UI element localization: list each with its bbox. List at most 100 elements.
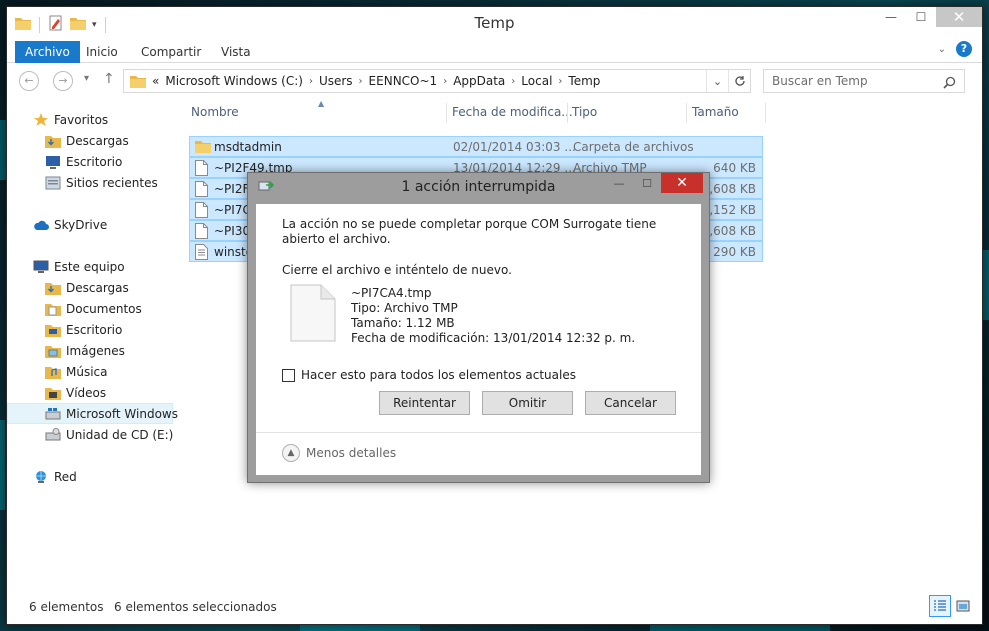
column-header-date[interactable]: Fecha de modifica...	[452, 105, 573, 119]
details-toggle-label: Menos detalles	[306, 446, 397, 460]
new-folder-icon[interactable]	[70, 16, 86, 33]
column-header-type[interactable]: Tipo	[572, 105, 597, 119]
sidebar-item-red[interactable]: Red	[7, 466, 173, 487]
desktop-wallpaper-streak	[983, 250, 989, 320]
cancel-button[interactable]: Cancelar	[585, 391, 676, 415]
back-button[interactable]: ←	[19, 71, 39, 91]
breadcrumb-item[interactable]: EENNCO~1	[369, 74, 438, 88]
retry-button[interactable]: Reintentar	[379, 391, 470, 415]
breadcrumb-overflow[interactable]: «	[152, 74, 159, 88]
file-date: 02/01/2014 03:03 ...	[453, 140, 576, 154]
help-icon[interactable]: ?	[956, 41, 972, 57]
breadcrumb-item[interactable]: Local	[521, 74, 552, 88]
sidebar-item-musica[interactable]: Música	[7, 361, 173, 382]
sidebar-item-escritorio-pc[interactable]: Escritorio	[7, 319, 173, 340]
breadcrumb-item[interactable]: Users	[319, 74, 353, 88]
tab-vista[interactable]: Vista	[210, 41, 262, 63]
file-size: 640 KB	[713, 161, 756, 175]
details-view-button[interactable]	[929, 595, 951, 617]
sidebar-item-sitios-recientes[interactable]: Sitios recientes	[7, 172, 173, 193]
sidebar-item-descargas-pc[interactable]: Descargas	[7, 277, 173, 298]
chevron-right-icon[interactable]: ›	[443, 76, 447, 87]
apply-to-all-checkbox[interactable]	[282, 368, 295, 382]
dialog-minimize-button[interactable]: —	[605, 173, 633, 193]
sidebar-item-este-equipo[interactable]: Este equipo	[7, 256, 173, 277]
column-header-size[interactable]: Tamaño	[692, 105, 739, 119]
search-icon[interactable]	[943, 74, 956, 96]
error-message: La acción no se puede completar porque C…	[282, 217, 657, 246]
windows-drive-icon	[45, 406, 61, 422]
customize-toolbar-dropdown-icon[interactable]: ▾	[92, 20, 97, 30]
sidebar-item-unidad-cd[interactable]: Unidad de CD (E:)	[7, 424, 173, 445]
tab-compartir[interactable]: Compartir	[130, 41, 212, 63]
dialog-content: La acción no se puede completar porque C…	[256, 204, 701, 475]
title-bar[interactable]: ▾ Temp — ☐ ✕	[7, 7, 982, 39]
file-details: ~PI7CA4.tmp Tipo: Archivo TMP Tamaño: 1.…	[351, 286, 635, 346]
expand-ribbon-chevron-icon[interactable]: ⌄	[938, 44, 946, 55]
skip-button[interactable]: Omitir	[482, 391, 573, 415]
status-bar: 6 elementos 6 elementos seleccionados	[7, 591, 982, 621]
maximize-button[interactable]: ☐	[906, 7, 936, 27]
up-button[interactable]: ↑	[103, 71, 115, 87]
file-icon	[195, 160, 208, 179]
sidebar-item-favoritos[interactable]: Favoritos	[7, 109, 173, 130]
minimize-button[interactable]: —	[876, 7, 906, 27]
desktop-folder-icon	[45, 322, 61, 338]
sidebar-item-microsoft-windows[interactable]: Microsoft Windows	[7, 403, 178, 424]
large-icons-view-button[interactable]	[952, 595, 974, 617]
sidebar-item-documentos[interactable]: Documentos	[7, 298, 173, 319]
document-file-icon	[290, 284, 336, 345]
search-input[interactable]: Buscar en Temp	[763, 69, 965, 93]
recent-places-icon	[45, 175, 61, 191]
sidebar-item-label: Red	[54, 469, 77, 484]
table-row[interactable]: msdtadmin 02/01/2014 03:03 ... Carpeta d…	[189, 136, 763, 157]
properties-icon[interactable]	[48, 15, 64, 34]
file-detail-name: ~PI7CA4.tmp	[351, 286, 432, 300]
tab-inicio[interactable]: Inicio	[75, 41, 129, 63]
recent-locations-dropdown-icon[interactable]: ▾	[84, 73, 89, 84]
network-icon	[33, 469, 49, 485]
dialog-maximize-button[interactable]: ☐	[633, 173, 661, 193]
address-bar[interactable]: « Microsoft Windows (C:) › Users › EENNC…	[123, 69, 751, 93]
chevron-right-icon[interactable]: ›	[511, 76, 515, 87]
interrupted-action-dialog: 1 acción interrumpida — ☐ ✕ La acción no…	[247, 172, 710, 483]
fewer-details-toggle[interactable]: ▲ Menos detalles	[282, 444, 396, 462]
column-divider[interactable]	[686, 103, 687, 123]
sidebar-item-videos[interactable]: Vídeos	[7, 382, 173, 403]
breadcrumb-item[interactable]: Microsoft Windows (C:)	[165, 74, 303, 88]
close-button[interactable]: ✕	[936, 7, 982, 27]
cd-drive-icon	[45, 427, 61, 443]
folder-icon[interactable]	[15, 16, 31, 33]
sidebar-item-descargas[interactable]: Descargas	[7, 130, 173, 151]
forward-button[interactable]: →	[53, 71, 73, 91]
chevron-up-icon[interactable]: ▲	[282, 444, 300, 462]
folder-icon	[195, 139, 211, 156]
chevron-right-icon[interactable]: ›	[359, 76, 363, 87]
refresh-icon[interactable]	[728, 70, 750, 92]
sidebar-item-label: Descargas	[66, 280, 129, 295]
column-header-name[interactable]: Nombre	[191, 105, 239, 119]
sidebar-item-skydrive[interactable]: SkyDrive	[7, 214, 173, 235]
sidebar-item-imagenes[interactable]: Imágenes	[7, 340, 173, 361]
toolbar-divider	[104, 16, 106, 33]
column-divider[interactable]	[446, 103, 447, 123]
music-folder-icon	[45, 364, 61, 380]
column-divider[interactable]	[765, 103, 766, 123]
quick-access-toolbar: ▾	[15, 15, 108, 34]
file-type: Carpeta de archivos	[573, 140, 694, 154]
tab-archivo[interactable]: Archivo	[15, 41, 80, 63]
breadcrumb-item[interactable]: Temp	[568, 74, 600, 88]
sort-ascending-icon: ▲	[318, 99, 325, 108]
breadcrumb-item[interactable]: AppData	[453, 74, 505, 88]
chevron-right-icon[interactable]: ›	[309, 76, 313, 87]
chevron-right-icon[interactable]: ›	[558, 76, 562, 87]
column-divider[interactable]	[567, 103, 568, 123]
sidebar-item-escritorio[interactable]: Escritorio	[7, 151, 173, 172]
dialog-close-button[interactable]: ✕	[661, 173, 703, 193]
text-file-icon	[195, 244, 208, 263]
dialog-window-controls: — ☐ ✕	[605, 173, 703, 193]
apply-to-all-checkbox-row[interactable]: Hacer esto para todos los elementos actu…	[282, 368, 576, 382]
desktop-wallpaper-streak	[0, 420, 5, 510]
toolbar-divider	[39, 16, 40, 33]
address-history-dropdown-icon[interactable]: ⌄	[706, 70, 728, 92]
